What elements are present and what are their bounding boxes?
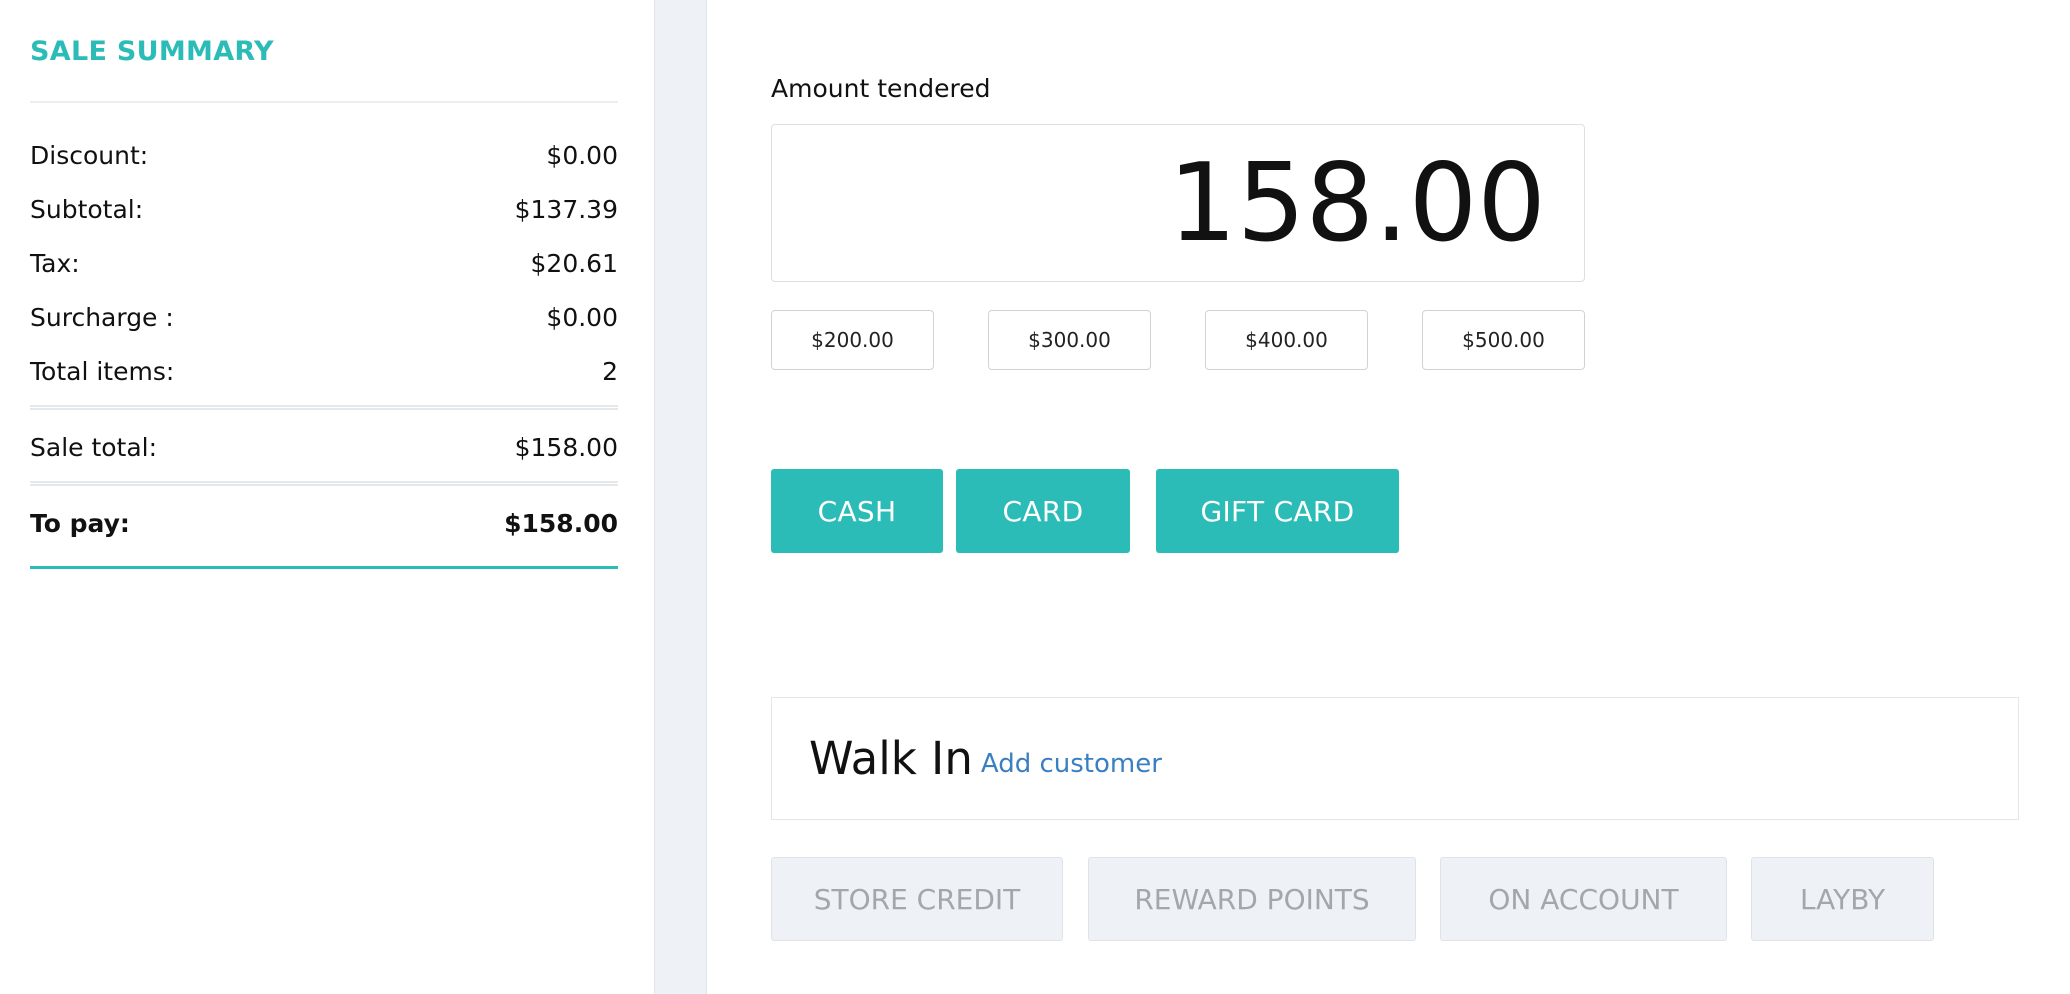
cash-button[interactable]: CASH [771,469,943,553]
surcharge-value: $0.00 [546,302,618,332]
summary-row-tax: Tax: $20.61 [30,243,618,283]
card-button[interactable]: CARD [956,469,1130,553]
sale-summary-title: SALE SUMMARY [30,36,274,67]
summary-row-total-items: Total items: 2 [30,351,618,391]
subtotal-label: Subtotal: [30,194,144,224]
tax-value: $20.61 [530,248,618,278]
summary-accent-divider [30,566,618,569]
sale-summary-panel: SALE SUMMARY Discount: $0.00 Subtotal: $… [0,0,654,994]
summary-row-surcharge: Surcharge : $0.00 [30,297,618,337]
payment-screen: SALE SUMMARY Discount: $0.00 Subtotal: $… [0,0,2070,994]
sale-total-label: Sale total: [30,432,158,462]
customer-box: Walk In Add customer [771,697,2019,820]
discount-value: $0.00 [546,140,618,170]
sale-total-value: $158.00 [514,432,618,462]
quick-amount-400-button[interactable]: $400.00 [1205,310,1368,370]
surcharge-label: Surcharge : [30,302,174,332]
total-items-label: Total items: [30,356,175,386]
panel-separator [654,0,707,994]
quick-amount-300-button[interactable]: $300.00 [988,310,1151,370]
amount-tendered-label: Amount tendered [771,74,991,103]
summary-row-to-pay: To pay: $158.00 [30,503,618,543]
to-pay-value: $158.00 [504,508,618,538]
summary-divider [30,101,618,103]
reward-points-button[interactable]: REWARD POINTS [1088,857,1416,941]
gift-card-button[interactable]: GIFT CARD [1156,469,1399,553]
layby-button[interactable]: LAYBY [1751,857,1934,941]
summary-row-subtotal: Subtotal: $137.39 [30,189,618,229]
customer-name: Walk In [809,732,973,785]
subtotal-value: $137.39 [514,194,618,224]
on-account-button[interactable]: ON ACCOUNT [1440,857,1727,941]
discount-label: Discount: [30,140,149,170]
summary-divider-double [30,481,618,486]
amount-tendered-input[interactable] [771,124,1585,282]
add-customer-link[interactable]: Add customer [981,749,1162,779]
total-items-value: 2 [602,356,618,386]
summary-row-discount: Discount: $0.00 [30,135,618,175]
quick-amount-200-button[interactable]: $200.00 [771,310,934,370]
summary-row-sale-total: Sale total: $158.00 [30,427,618,467]
quick-amount-500-button[interactable]: $500.00 [1422,310,1585,370]
summary-divider-double [30,405,618,410]
to-pay-label: To pay: [30,508,130,538]
store-credit-button[interactable]: STORE CREDIT [771,857,1063,941]
tax-label: Tax: [30,248,80,278]
